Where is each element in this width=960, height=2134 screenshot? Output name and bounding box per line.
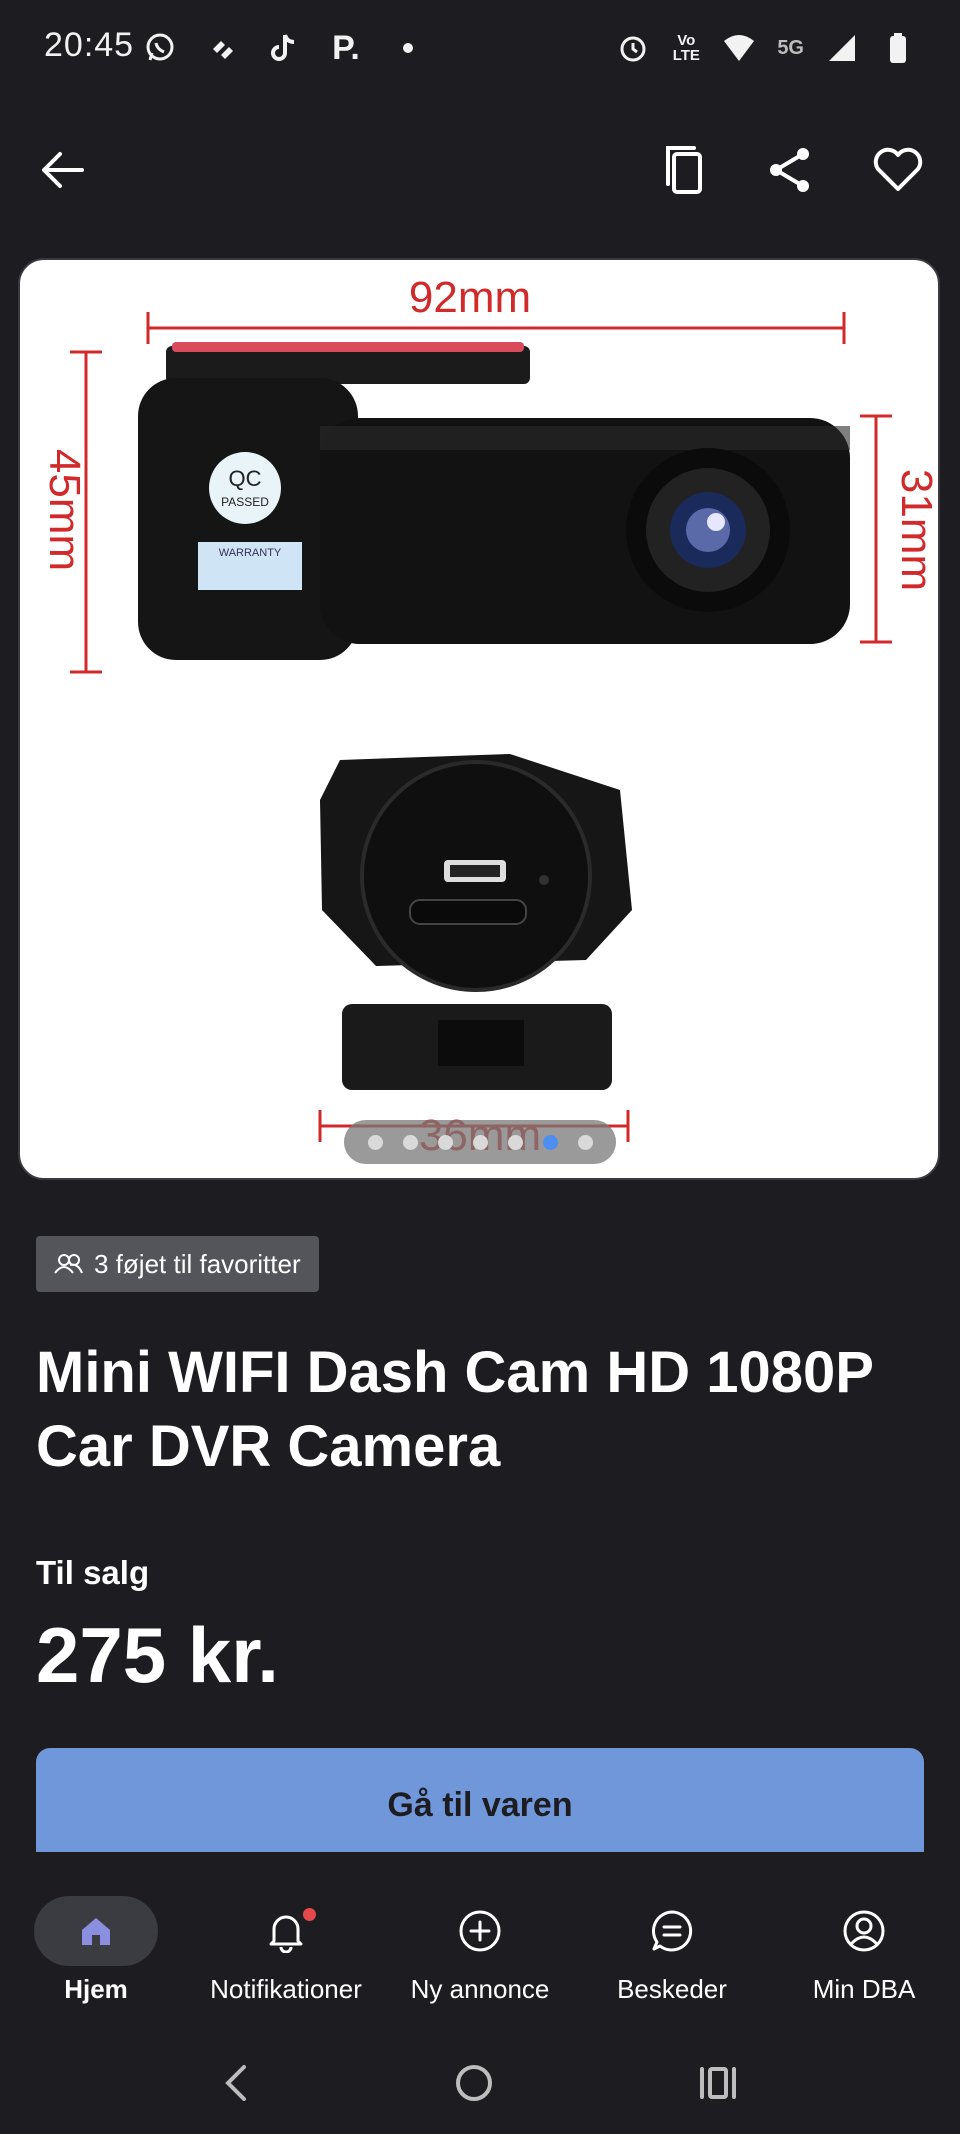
go-to-item-label: Gå til varen bbox=[387, 1786, 573, 1824]
pagination-dot[interactable] bbox=[437, 1134, 453, 1150]
wifi-icon bbox=[721, 30, 757, 66]
pagination-dot[interactable] bbox=[472, 1134, 488, 1150]
notification-dot bbox=[303, 1908, 316, 1921]
copy-button[interactable] bbox=[654, 140, 714, 200]
recents-icon bbox=[700, 2066, 736, 2099]
alarm-icon bbox=[615, 30, 651, 66]
bottom-navigation: Hjem Notifikationer Ny annonce Beskeder … bbox=[0, 1862, 960, 2012]
tiktok-icon bbox=[266, 30, 302, 66]
product-image[interactable]: 92mm 45mm 31mm QC PASSED WARRANTY bbox=[18, 258, 940, 1180]
warranty-label: WARRANTY bbox=[219, 547, 282, 559]
nav-label-my-dba: Min DBA bbox=[812, 1974, 916, 2004]
parking-icon: P. bbox=[332, 28, 360, 67]
nav-icon-container bbox=[610, 1896, 734, 1966]
nav-label-notifications: Notifikationer bbox=[210, 1974, 362, 2004]
nav-item-new-listing[interactable]: Ny annonce bbox=[384, 1862, 576, 2012]
circle-home-icon bbox=[456, 2064, 492, 2101]
heart-icon bbox=[873, 147, 923, 191]
status-time: 20:45 bbox=[44, 26, 135, 64]
dimension-height: 45mm bbox=[40, 449, 89, 571]
home-icon bbox=[82, 1918, 110, 1945]
nav-label-home: Hjem bbox=[64, 1974, 128, 2004]
nav-icon-container bbox=[34, 1896, 158, 1966]
chevron-left-icon bbox=[225, 2064, 246, 2101]
battery-icon bbox=[880, 30, 916, 66]
status-icons-left: P. bbox=[142, 28, 426, 67]
system-navigation bbox=[0, 2040, 960, 2130]
qc-sub-label: PASSED bbox=[221, 495, 269, 509]
plus-circle-icon bbox=[459, 1910, 501, 1952]
go-to-item-button[interactable]: Gå til varen bbox=[36, 1748, 924, 1852]
pagination-dot[interactable] bbox=[402, 1134, 418, 1150]
user-circle-icon bbox=[843, 1910, 885, 1952]
copy-icon bbox=[666, 146, 702, 194]
nav-label-messages: Beskeder bbox=[617, 1974, 727, 2004]
dimension-depth: 31mm bbox=[892, 469, 938, 591]
chat-icon bbox=[652, 1910, 693, 1952]
favorites-text: 3 føjet til favoritter bbox=[94, 1248, 301, 1279]
volte-icon: Vo LTE bbox=[672, 32, 700, 64]
share-button[interactable] bbox=[760, 140, 820, 200]
favorite-button[interactable] bbox=[868, 140, 928, 200]
sale-type-label: Til salg bbox=[36, 1554, 150, 1591]
dimension-width: 92mm bbox=[409, 273, 531, 322]
listing-price: 275 kr. bbox=[36, 1611, 279, 1699]
pagination-dot[interactable] bbox=[577, 1134, 593, 1150]
nav-item-messages[interactable]: Beskeder bbox=[576, 1862, 768, 2012]
signal-icon bbox=[824, 30, 860, 66]
nav-icon-container bbox=[802, 1896, 926, 1966]
dash-cam-photo: 92mm 45mm 31mm QC PASSED WARRANTY bbox=[40, 273, 938, 1160]
listing-title: Mini WIFI Dash Cam HD 1080P Car DVR Came… bbox=[36, 1340, 873, 1479]
favorites-badge: 3 føjet til favoritter bbox=[36, 1236, 319, 1292]
status-icons-right: Vo LTE 5G bbox=[615, 30, 916, 66]
people-icon bbox=[54, 1254, 83, 1274]
5g-icon: 5G bbox=[777, 36, 804, 59]
tidal-icon bbox=[204, 30, 240, 66]
pagination-dot[interactable] bbox=[367, 1134, 383, 1150]
system-home-button[interactable] bbox=[454, 2063, 494, 2108]
share-icon bbox=[770, 148, 809, 192]
nav-icon-container bbox=[224, 1896, 348, 1966]
nav-icon-container bbox=[418, 1896, 542, 1966]
nav-label-new-listing: Ny annonce bbox=[410, 1974, 550, 2004]
system-recents-button[interactable] bbox=[698, 2065, 738, 2106]
pagination-dot[interactable] bbox=[507, 1134, 523, 1150]
system-back-button[interactable] bbox=[222, 2063, 250, 2108]
pagination-dot[interactable] bbox=[542, 1134, 558, 1150]
nav-item-notifications[interactable]: Notifikationer bbox=[190, 1862, 382, 2012]
bell-icon bbox=[269, 1915, 303, 1953]
dot-icon bbox=[390, 30, 426, 66]
divider bbox=[0, 1852, 960, 1862]
whatsapp-icon bbox=[142, 30, 178, 66]
nav-item-my-dba[interactable]: Min DBA bbox=[768, 1862, 960, 2012]
qc-label: QC bbox=[229, 466, 262, 491]
nav-item-home[interactable]: Hjem bbox=[0, 1862, 192, 2012]
arrow-left-icon bbox=[42, 152, 84, 188]
gallery-pagination bbox=[344, 1120, 616, 1164]
back-button[interactable] bbox=[32, 140, 92, 200]
